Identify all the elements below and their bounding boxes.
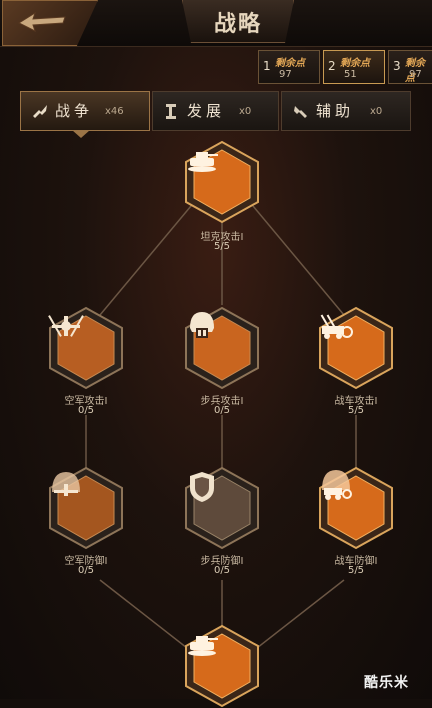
node-progress: 0/5 xyxy=(77,565,95,576)
skill-node-tank-attack[interactable] xyxy=(184,140,260,224)
node-progress: 5/5 xyxy=(347,405,365,416)
skill-node-infantry-attack[interactable] xyxy=(184,306,260,390)
node-progress: 0/5 xyxy=(213,565,231,576)
connector-line xyxy=(247,579,345,656)
node-progress: 5/5 xyxy=(213,241,231,252)
shield-icon xyxy=(190,472,214,502)
aircraft-dome-icon xyxy=(52,472,80,496)
skill-node-air-defense[interactable] xyxy=(48,466,124,550)
skill-node-tank-bottom[interactable] xyxy=(184,624,260,708)
aircraft-icon xyxy=(48,315,84,337)
connector-line xyxy=(99,579,197,656)
helmet-icon xyxy=(190,312,214,338)
tank-icon xyxy=(188,152,218,172)
node-progress: 0/5 xyxy=(77,405,95,416)
skill-node-vehicle-attack[interactable] xyxy=(318,306,394,390)
artillery-vehicle-icon xyxy=(320,314,353,339)
skill-node-air-attack[interactable] xyxy=(48,306,124,390)
tank-icon xyxy=(188,636,218,656)
connector-line xyxy=(99,199,197,316)
connector-line xyxy=(247,199,345,316)
watermark: 酷乐米 xyxy=(364,675,409,691)
node-progress: 0/5 xyxy=(213,405,231,416)
strategy-screen: 战略 1 剩余点 97 2 剩余点 51 3 剩余点 97 战争 x46 发展 … xyxy=(0,0,432,708)
skill-node-vehicle-defense[interactable] xyxy=(318,466,394,550)
skill-node-infantry-defense[interactable] xyxy=(184,466,260,550)
vehicle-dome-icon xyxy=(322,470,352,500)
node-progress: 5/5 xyxy=(347,565,365,576)
